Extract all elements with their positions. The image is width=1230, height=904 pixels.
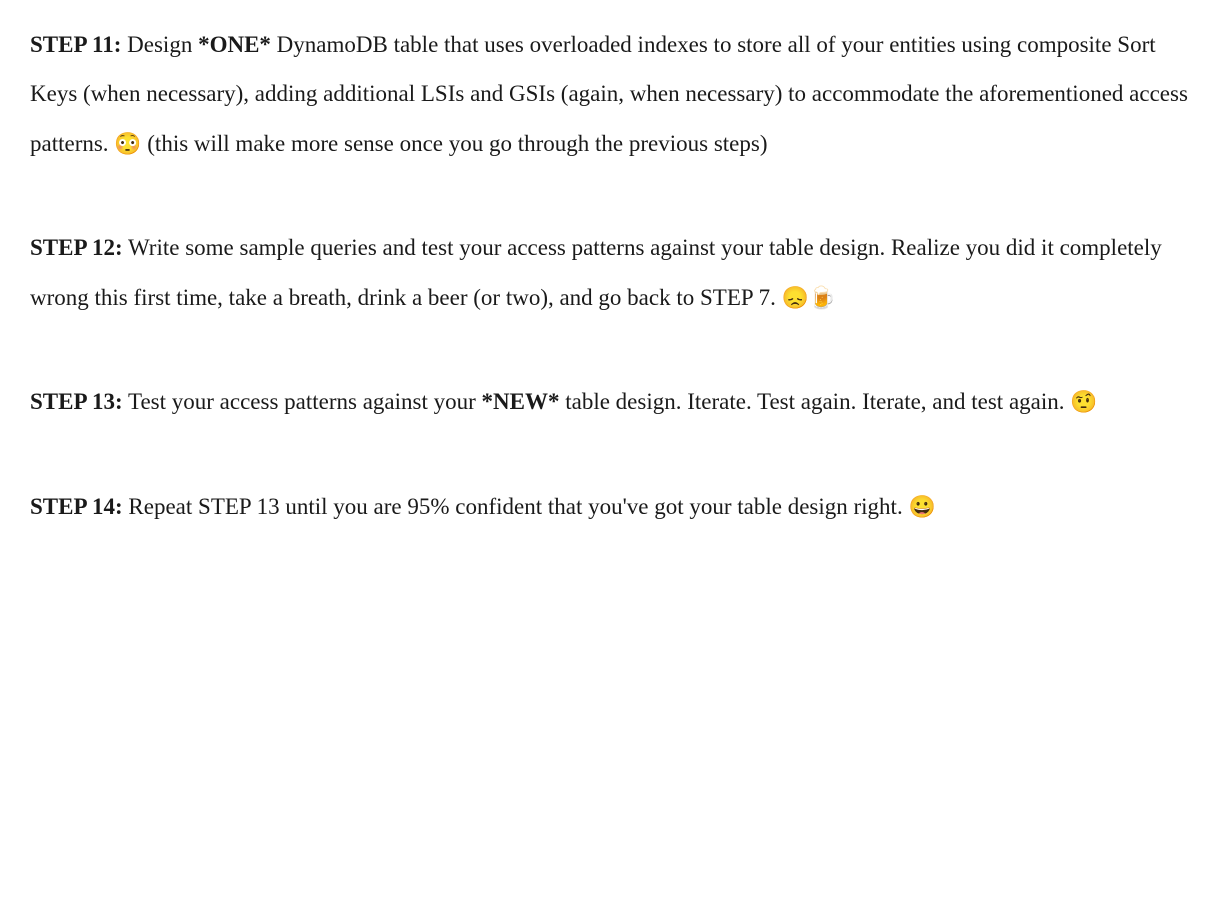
step-label: STEP 13: xyxy=(30,389,123,414)
emphasized-text: *ONE* xyxy=(198,32,271,57)
body-text: table design. Iterate. Test again. Itera… xyxy=(559,389,1070,414)
body-text: Write some sample queries and test your … xyxy=(30,235,1162,309)
body-text: Design xyxy=(121,32,198,57)
body-text: Test your access patterns against your xyxy=(123,389,482,414)
body-text: Repeat STEP 13 until you are 95% confide… xyxy=(123,494,909,519)
step-paragraph: STEP 12: Write some sample queries and t… xyxy=(30,223,1200,322)
step-label: STEP 11: xyxy=(30,32,121,57)
emphasized-text: *NEW* xyxy=(482,389,560,414)
step-label: STEP 12: xyxy=(30,235,123,260)
body-text: (this will make more sense once you go t… xyxy=(142,131,768,156)
step-paragraph: STEP 13: Test your access patterns again… xyxy=(30,377,1200,426)
document-body: STEP 11: Design *ONE* DynamoDB table tha… xyxy=(30,20,1200,531)
emoji-icon: 😞 xyxy=(782,286,809,310)
step-paragraph: STEP 14: Repeat STEP 13 until you are 95… xyxy=(30,482,1200,531)
emoji-icon: 🍺 xyxy=(809,286,836,310)
step-label: STEP 14: xyxy=(30,494,123,519)
emoji-icon: 😳 xyxy=(114,132,141,156)
step-paragraph: STEP 11: Design *ONE* DynamoDB table tha… xyxy=(30,20,1200,168)
emoji-icon: 🤨 xyxy=(1070,390,1097,414)
emoji-icon: 😀 xyxy=(908,495,935,519)
